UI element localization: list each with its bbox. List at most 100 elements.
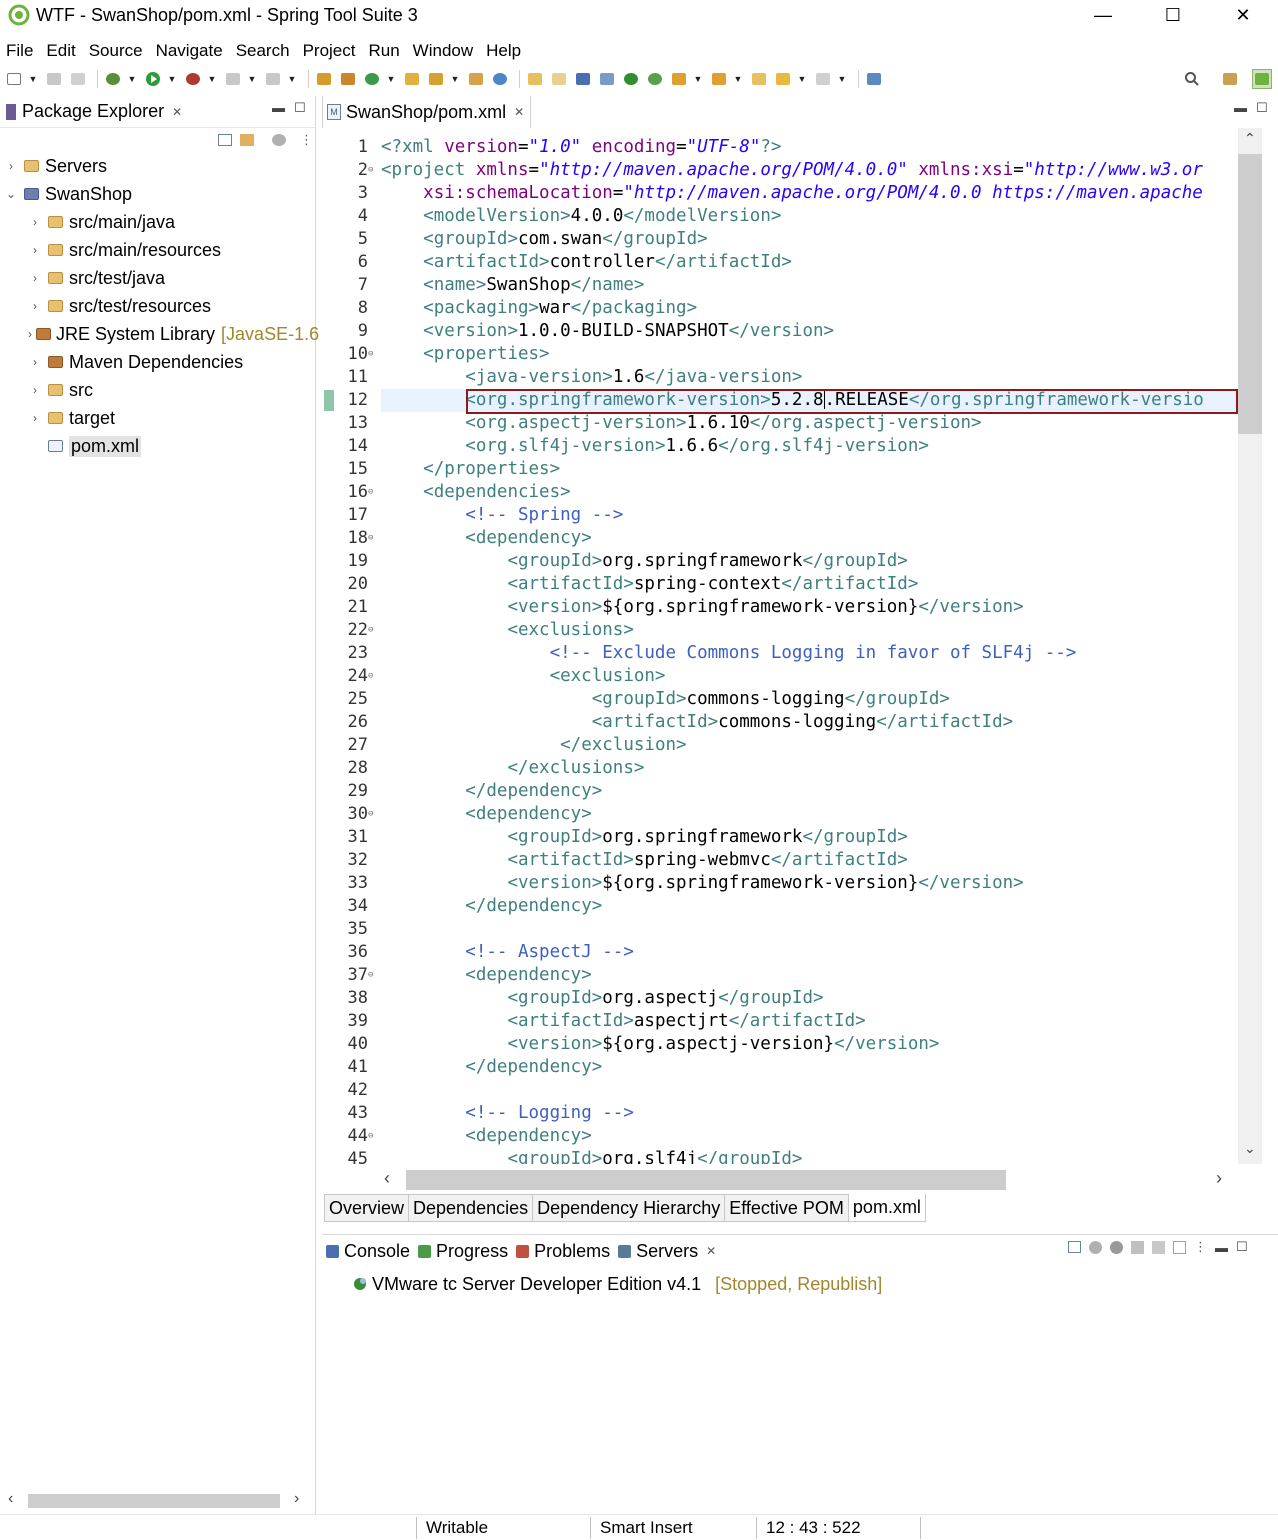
- next-annotation-dropdown-icon[interactable]: ▼: [693, 69, 703, 89]
- new-class-dropdown-icon[interactable]: ▼: [386, 69, 396, 89]
- debug-dropdown-icon[interactable]: ▼: [127, 69, 137, 89]
- code-line[interactable]: 25 <groupId>commons-logging</groupId>: [322, 688, 1238, 711]
- last-edit-location-icon[interactable]: [749, 69, 769, 89]
- run-icon[interactable]: [143, 69, 163, 89]
- collapsed-chevron-icon[interactable]: ›: [28, 327, 32, 341]
- new-dropdown-icon[interactable]: ▼: [28, 69, 38, 89]
- code-line[interactable]: 35: [322, 918, 1238, 941]
- previous-annotation-icon[interactable]: [709, 69, 729, 89]
- relaunch-dropdown-icon[interactable]: ▼: [287, 69, 297, 89]
- tab-servers[interactable]: Servers ✕: [614, 1235, 720, 1267]
- save-all-icon[interactable]: [68, 69, 88, 89]
- back-dropdown-icon[interactable]: ▼: [797, 69, 807, 89]
- code-line[interactable]: 45 <groupId>org.slf4j</groupId>: [322, 1148, 1238, 1164]
- fold-toggle-icon[interactable]: ⊖: [368, 803, 380, 826]
- fold-toggle-icon[interactable]: ⊖: [368, 964, 380, 987]
- code-line[interactable]: 14 <org.slf4j-version>1.6.6</org.slf4j-v…: [322, 435, 1238, 458]
- tree-item-servers[interactable]: › Servers: [0, 152, 316, 180]
- collapsed-chevron-icon[interactable]: ›: [4, 159, 18, 173]
- focus-on-active-task-icon[interactable]: [272, 134, 286, 146]
- code-line[interactable]: 43 <!-- Logging -->: [322, 1102, 1238, 1125]
- minimize-editor-icon[interactable]: ▬: [1234, 100, 1247, 115]
- new-class-icon[interactable]: [362, 69, 382, 89]
- pin-editor-icon[interactable]: [864, 69, 884, 89]
- menu-search[interactable]: Search: [230, 41, 297, 61]
- tree-item-swanshop[interactable]: ⌄ SwanShop: [0, 180, 316, 208]
- code-line[interactable]: 39 <artifactId>aspectjrt</artifactId>: [322, 1010, 1238, 1033]
- code-line[interactable]: 19 <groupId>org.springframework</groupId…: [322, 550, 1238, 573]
- skip-breakpoints-icon[interactable]: [597, 69, 617, 89]
- run-dropdown-icon[interactable]: ▼: [167, 69, 177, 89]
- fold-toggle-icon[interactable]: ⊖: [368, 481, 380, 504]
- code-line[interactable]: 22 ⊖ <exclusions>: [322, 619, 1238, 642]
- close-icon[interactable]: ✕: [514, 105, 524, 119]
- close-icon[interactable]: ✕: [706, 1244, 716, 1258]
- collapsed-chevron-icon[interactable]: ›: [28, 299, 42, 313]
- code-line[interactable]: 27 </exclusion>: [322, 734, 1238, 757]
- code-line[interactable]: 2 ⊖ <project xmlns="http://maven.apache.or…: [322, 159, 1238, 182]
- stop-dropdown-icon[interactable]: ▼: [247, 69, 257, 89]
- toggle-block-selection-icon[interactable]: [549, 69, 569, 89]
- tree-item-maven-dependencies[interactable]: › Maven Dependencies: [0, 348, 316, 376]
- stop-icon[interactable]: [223, 69, 243, 89]
- code-line[interactable]: 28 </exclusions>: [322, 757, 1238, 780]
- next-annotation-icon[interactable]: [669, 69, 689, 89]
- tab-effective-pom[interactable]: Effective POM: [725, 1194, 849, 1222]
- tab-pom-xml[interactable]: M SwanShop/pom.xml ✕: [322, 96, 532, 128]
- code-line[interactable]: 1 <?xml version="1.0" encoding="UTF-8"?>: [322, 136, 1238, 159]
- menu-help[interactable]: Help: [480, 41, 528, 61]
- xml-source-editor[interactable]: 1 <?xml version="1.0" encoding="UTF-8"?> 2…: [322, 128, 1278, 1164]
- tree-item-src-test-java[interactable]: › src/test/java: [0, 264, 316, 292]
- search-file-icon[interactable]: [466, 69, 486, 89]
- code-line[interactable]: 16 ⊖ <dependencies>: [322, 481, 1238, 504]
- fold-toggle-icon[interactable]: ⊖: [368, 343, 380, 366]
- scroll-right-icon[interactable]: ›: [294, 1490, 299, 1508]
- tab-overview[interactable]: Overview: [324, 1194, 410, 1222]
- debug-icon[interactable]: [103, 69, 123, 89]
- tab-pom-xml[interactable]: pom.xml: [848, 1194, 926, 1222]
- menu-source[interactable]: Source: [83, 41, 150, 61]
- editor-horizontal-scrollbar[interactable]: ‹ ›: [380, 1168, 1238, 1192]
- collapsed-chevron-icon[interactable]: ›: [28, 411, 42, 425]
- menu-edit[interactable]: Edit: [40, 41, 82, 61]
- spring-boot-dashboard-icon[interactable]: [621, 69, 641, 89]
- save-icon[interactable]: [44, 69, 64, 89]
- fold-toggle-icon[interactable]: ⊖: [368, 527, 380, 550]
- open-perspective-icon[interactable]: [1220, 69, 1240, 89]
- menu-window[interactable]: Window: [407, 41, 480, 61]
- code-line[interactable]: 9 <version>1.0.0-BUILD-SNAPSHOT</version…: [322, 320, 1238, 343]
- external-tools-icon[interactable]: [183, 69, 203, 89]
- debug-server-icon[interactable]: [1089, 1240, 1102, 1254]
- minimize-view-icon[interactable]: ▬: [1215, 1240, 1228, 1255]
- toggle-mark-occurrences-icon[interactable]: [525, 69, 545, 89]
- code-line[interactable]: 12 <org.springframework-version>5.2.8.RE…: [322, 389, 1238, 414]
- link-with-editor-icon[interactable]: [240, 134, 254, 146]
- tab-problems[interactable]: Problems: [512, 1235, 614, 1267]
- editor-vertical-scrollbar[interactable]: ⌃ ⌄: [1238, 128, 1262, 1164]
- forward-dropdown-icon[interactable]: ▼: [837, 69, 847, 89]
- code-line[interactable]: 5 <groupId>com.swan</groupId>: [322, 228, 1238, 251]
- collapsed-chevron-icon[interactable]: ›: [28, 243, 42, 257]
- menu-file[interactable]: File: [0, 41, 40, 61]
- code-line[interactable]: 18 ⊖ <dependency>: [322, 527, 1238, 550]
- explorer-horizontal-scrollbar[interactable]: ‹ ›: [0, 1488, 316, 1514]
- code-line[interactable]: 29 </dependency>: [322, 780, 1238, 803]
- menu-run[interactable]: Run: [362, 41, 406, 61]
- fold-toggle-icon[interactable]: ⊖: [368, 1125, 380, 1148]
- code-line[interactable]: 44 ⊖ <dependency>: [322, 1125, 1238, 1148]
- code-line[interactable]: 20 <artifactId>spring-context</artifactI…: [322, 573, 1238, 596]
- show-whitespace-icon[interactable]: [573, 69, 593, 89]
- fold-toggle-icon[interactable]: ⊖: [368, 619, 380, 642]
- tree-item-src-main-resources[interactable]: › src/main/resources: [0, 236, 316, 264]
- code-line[interactable]: 38 <groupId>org.aspectj</groupId>: [322, 987, 1238, 1010]
- refresh-icon[interactable]: [645, 69, 665, 89]
- menu-project[interactable]: Project: [297, 41, 363, 61]
- maximize-view-icon[interactable]: ☐: [1236, 1239, 1248, 1255]
- code-line[interactable]: 13 <org.aspectj-version>1.6.10</org.aspe…: [322, 412, 1238, 435]
- code-line[interactable]: 21 <version>${org.springframework-versio…: [322, 596, 1238, 619]
- code-line[interactable]: 3 xsi:schemaLocation="http://maven.apach…: [322, 182, 1238, 205]
- open-web-browser-icon[interactable]: [490, 69, 510, 89]
- code-line[interactable]: 7 <name>SwanShop</name>: [322, 274, 1238, 297]
- minimize-button[interactable]: —: [1068, 0, 1138, 30]
- server-item[interactable]: VMware tc Server Developer Edition v4.1 …: [352, 1271, 882, 1297]
